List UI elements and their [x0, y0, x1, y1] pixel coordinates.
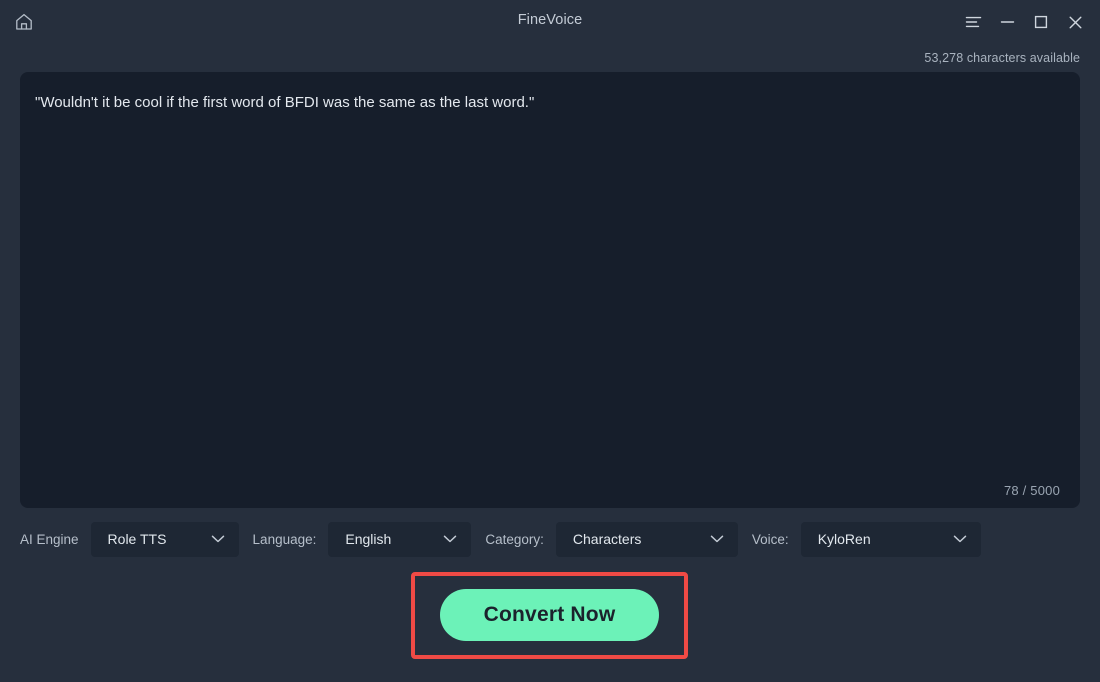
maximize-icon	[1034, 15, 1048, 29]
title-bar: FineVoice	[0, 0, 1100, 44]
chevron-down-icon	[443, 535, 457, 544]
close-button[interactable]	[1058, 8, 1092, 36]
ai-engine-value: Role TTS	[91, 531, 167, 547]
finevoice-window: FineVoice	[0, 0, 1100, 682]
language-label: Language:	[253, 532, 317, 547]
text-input[interactable]: "Wouldn't it be cool if the first word o…	[35, 92, 1056, 114]
maximize-button[interactable]	[1024, 8, 1058, 36]
characters-available-label: 53,278 characters available	[924, 51, 1080, 65]
voice-label: Voice:	[752, 532, 789, 547]
category-select[interactable]: Characters	[556, 522, 738, 557]
character-counter: 78 / 5000	[1004, 483, 1060, 498]
chevron-down-icon	[953, 535, 967, 544]
minimize-button[interactable]	[990, 8, 1024, 36]
close-icon	[1068, 15, 1083, 30]
language-value: English	[328, 531, 391, 547]
language-select[interactable]: English	[328, 522, 471, 557]
category-value: Characters	[556, 531, 641, 547]
voice-select[interactable]: KyloRen	[801, 522, 981, 557]
ai-engine-label: AI Engine	[20, 532, 79, 547]
window-controls	[956, 8, 1092, 36]
home-icon	[14, 12, 34, 32]
minimize-icon	[1000, 15, 1015, 29]
window-title: FineVoice	[0, 12, 1100, 28]
settings-bar: AI Engine Role TTS Language: English Cat…	[0, 521, 1100, 557]
convert-now-button[interactable]: Convert Now	[440, 589, 659, 641]
menu-icon	[965, 15, 982, 29]
menu-button[interactable]	[956, 8, 990, 36]
home-button[interactable]	[9, 7, 39, 37]
chevron-down-icon	[710, 535, 724, 544]
category-label: Category:	[485, 532, 544, 547]
voice-value: KyloRen	[801, 531, 871, 547]
chevron-down-icon	[211, 535, 225, 544]
text-editor-panel[interactable]: "Wouldn't it be cool if the first word o…	[20, 72, 1080, 508]
ai-engine-select[interactable]: Role TTS	[91, 522, 239, 557]
